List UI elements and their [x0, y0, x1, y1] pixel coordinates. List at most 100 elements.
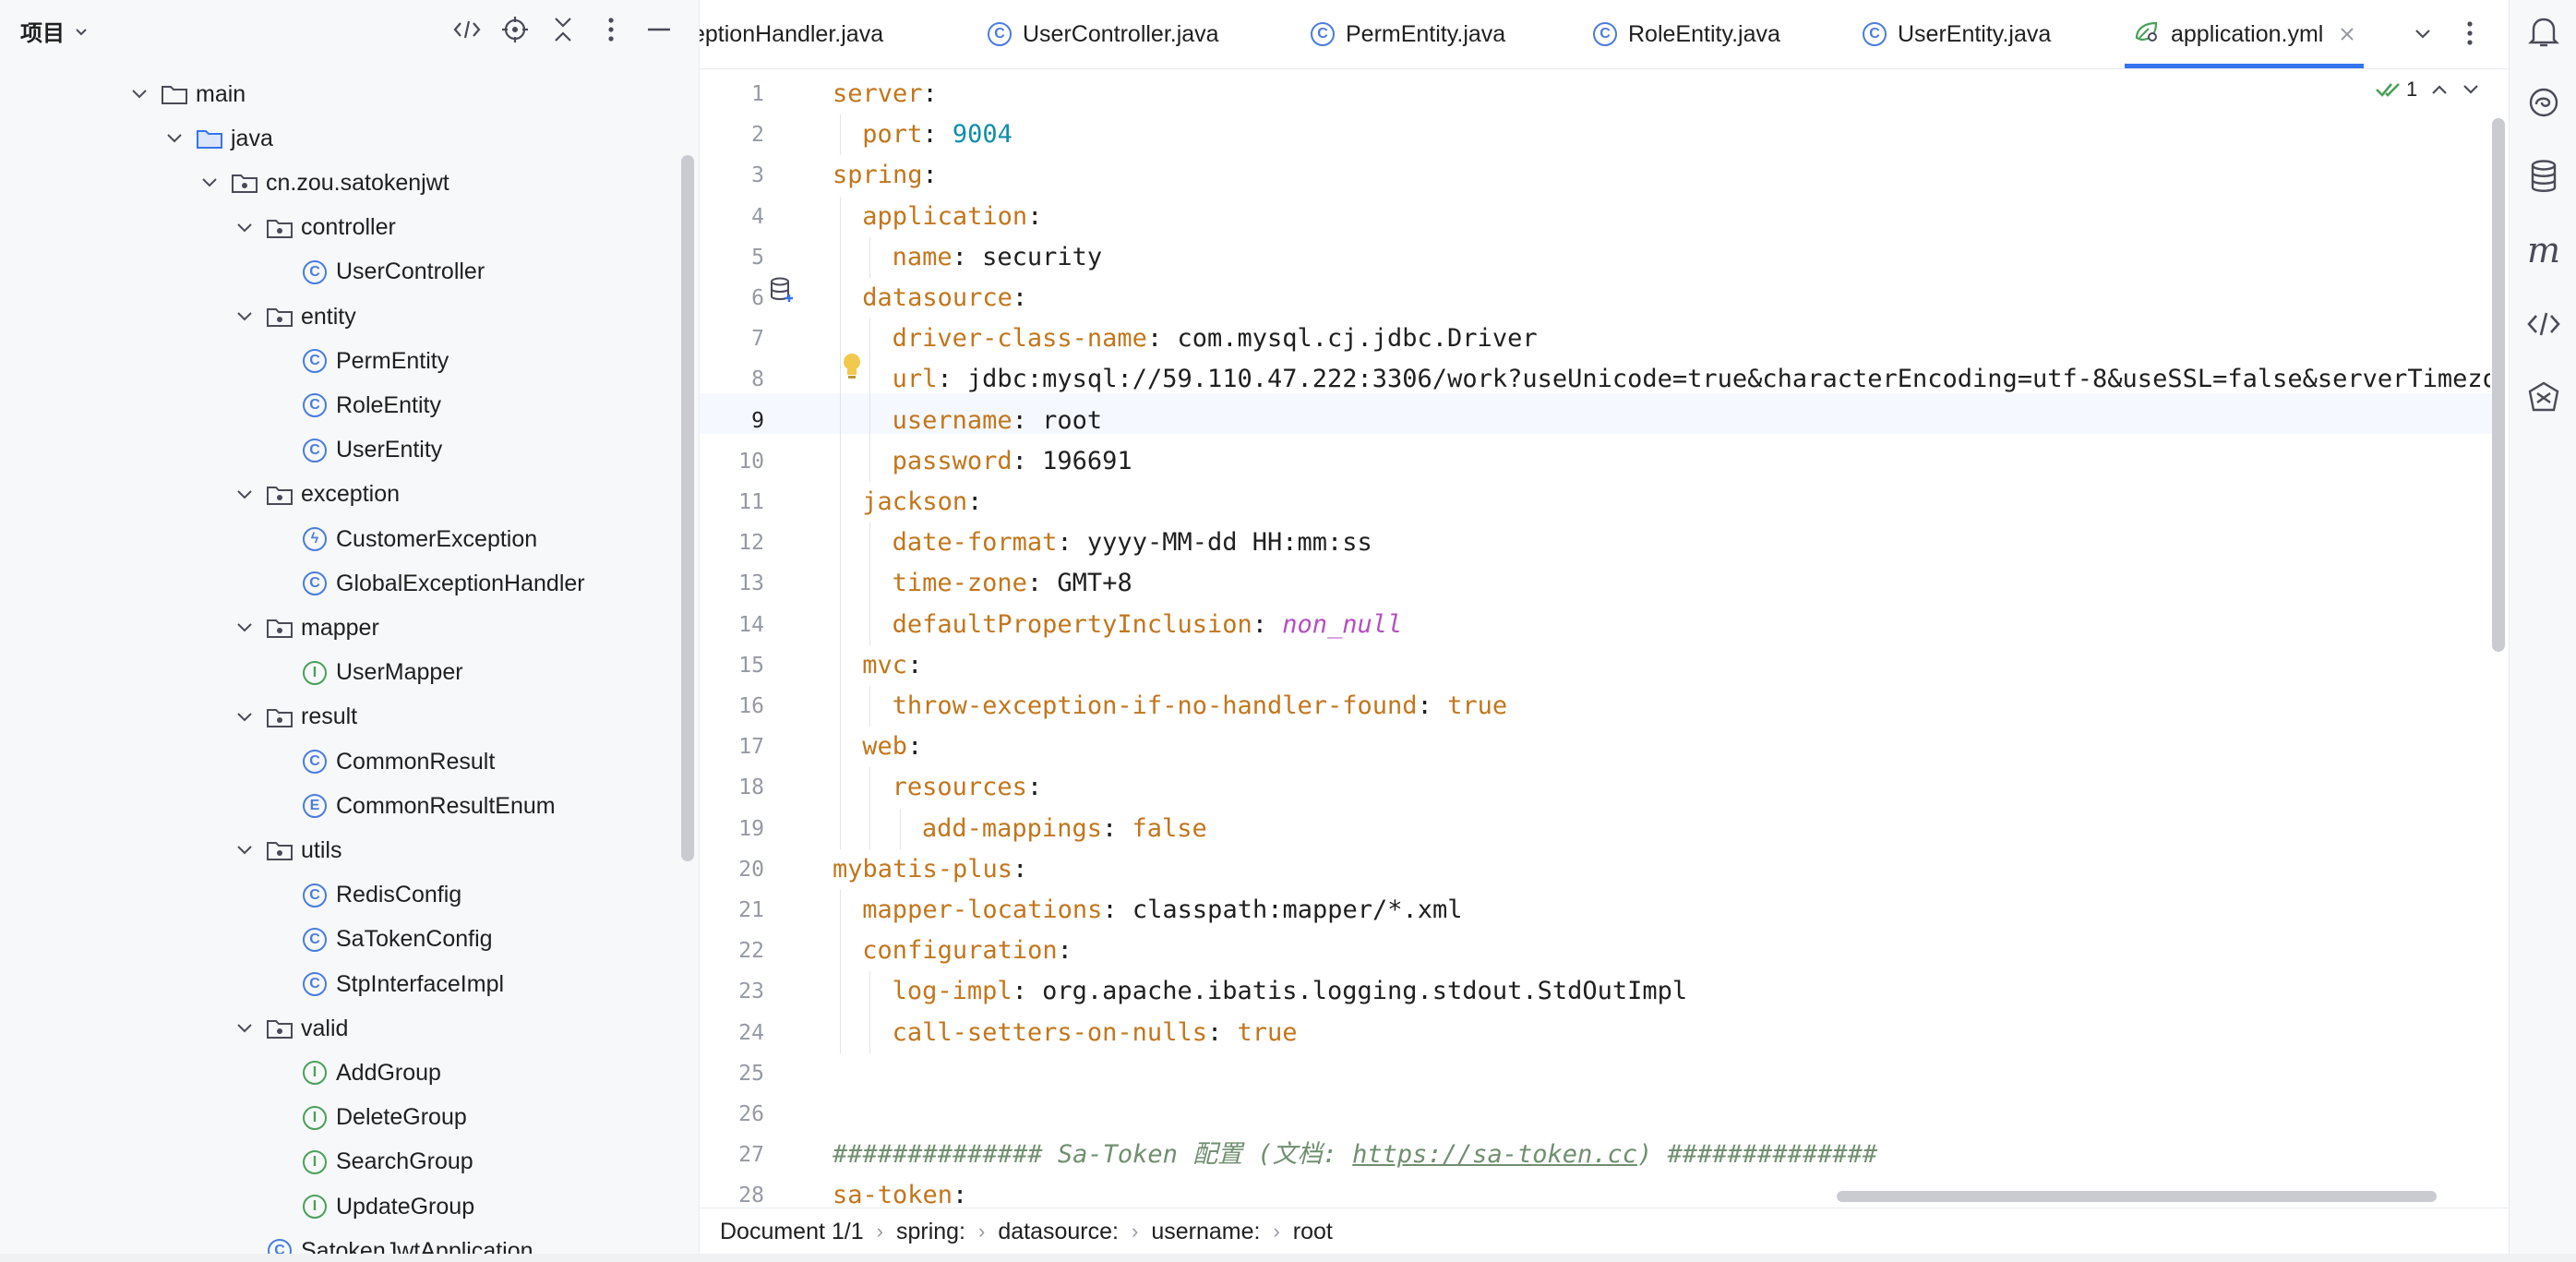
- tree-item-satokenjwtapplication[interactable]: C SatokenJwtApplication: [233, 1231, 533, 1256]
- collapse-all-icon[interactable]: [546, 13, 580, 46]
- chevron-down-icon[interactable]: [162, 133, 186, 144]
- endpoints-icon[interactable]: [2524, 305, 2563, 343]
- project-view-selector[interactable]: 项目: [20, 15, 89, 47]
- tree-item-exception[interactable]: exception: [233, 475, 400, 515]
- locate-file-icon[interactable]: [498, 13, 532, 46]
- tree-item-deletegroup[interactable]: I DeleteGroup: [268, 1098, 467, 1138]
- tab-usercontroller-java[interactable]: C UserController.java: [978, 0, 1228, 68]
- chevron-down-icon[interactable]: [233, 1023, 257, 1034]
- tree-item-controller[interactable]: controller: [233, 208, 396, 248]
- tree-item-roleentity[interactable]: C RoleEntity: [268, 385, 441, 426]
- chevron-down-icon[interactable]: [233, 622, 257, 633]
- yaml-separator: :: [1252, 609, 1283, 639]
- tree-item-main[interactable]: main: [127, 74, 246, 114]
- tab-eptionhandler-java[interactable]: eptionHandler.java: [700, 0, 893, 68]
- comment-link[interactable]: https://sa-token.cc: [1352, 1140, 1637, 1169]
- line-number: 26: [738, 1102, 764, 1126]
- breadcrumb-item[interactable]: username:: [1138, 1219, 1273, 1245]
- tree-item-customerexception[interactable]: ϟ CustomerException: [268, 519, 537, 559]
- code-line: password: 196691: [893, 441, 1132, 482]
- tree-item-mapper[interactable]: mapper: [233, 607, 379, 648]
- chevron-down-icon[interactable]: [198, 177, 222, 188]
- tab-permentity-java[interactable]: C PermEntity.java: [1301, 0, 1515, 68]
- tree-item-addgroup[interactable]: I AddGroup: [268, 1052, 441, 1093]
- code-view[interactable]: server: port: 9004 spring: application: name…: [829, 68, 2490, 1204]
- yaml-key: throw-exception-if-no-handler-found: [892, 691, 1418, 720]
- tree-item-result[interactable]: result: [233, 697, 357, 738]
- breadcrumb-item[interactable]: Document 1/1: [700, 1219, 877, 1245]
- maven-icon[interactable]: m: [2524, 231, 2563, 270]
- tree-item-satokenconfig[interactable]: C SaTokenConfig: [268, 919, 493, 960]
- tree-item-redisconfig[interactable]: C RedisConfig: [268, 875, 461, 916]
- previous-highlight-icon[interactable]: [2430, 83, 2449, 96]
- next-highlight-icon[interactable]: [2462, 83, 2480, 96]
- chevron-down-icon[interactable]: [127, 89, 151, 100]
- yaml-separator: :: [922, 79, 938, 108]
- enum-icon: E: [299, 790, 330, 822]
- plugin-icon[interactable]: [2524, 379, 2563, 417]
- breadcrumb-item[interactable]: root: [1280, 1219, 1346, 1245]
- yaml-key: datasource: [862, 283, 1012, 312]
- folder-icon: [159, 78, 190, 110]
- tree-item-globalexceptionhandler[interactable]: C GlobalExceptionHandler: [268, 563, 585, 604]
- tree-item-cn-zou-satokenjwt[interactable]: cn.zou.satokenjwt: [198, 162, 449, 203]
- code-with-me-icon[interactable]: [450, 13, 484, 46]
- code-line: datasource:: [862, 278, 1027, 319]
- code-line: mvc:: [862, 645, 922, 686]
- chevron-down-icon[interactable]: [233, 311, 257, 322]
- tab-list-chevron-icon[interactable]: [2407, 18, 2438, 50]
- tab-application-yml[interactable]: application.yml: [2125, 0, 2365, 68]
- tree-item-commonresultenum[interactable]: E CommonResultEnum: [268, 786, 556, 826]
- exception-class-icon: ϟ: [299, 523, 330, 555]
- tree-item-label: UserController: [336, 258, 485, 285]
- tree-item-label: UserEntity: [336, 437, 443, 463]
- tree-item-entity[interactable]: entity: [233, 296, 356, 337]
- interface-icon: I: [299, 1102, 330, 1134]
- yaml-separator: :: [1101, 813, 1132, 843]
- tree-item-label: PermEntity: [336, 347, 449, 374]
- tree-item-usermapper[interactable]: I UserMapper: [268, 653, 463, 693]
- notifications-icon[interactable]: [2524, 13, 2563, 52]
- comment-text: ) ##############: [1637, 1140, 1878, 1170]
- more-options-icon[interactable]: [594, 13, 628, 46]
- yaml-key: call-setters-on-nulls: [892, 1017, 1207, 1047]
- tree-item-userentity[interactable]: C UserEntity: [268, 430, 442, 471]
- code-line: add-mappings: false: [922, 809, 1207, 849]
- tab-userentity-java[interactable]: C UserEntity.java: [1853, 0, 2060, 68]
- chevron-down-icon[interactable]: [233, 712, 257, 723]
- tree-item-permentity[interactable]: C PermEntity: [268, 341, 449, 381]
- yaml-separator: :: [922, 161, 938, 190]
- chevron-down-icon[interactable]: [233, 845, 257, 856]
- tree-item-valid[interactable]: valid: [233, 1008, 348, 1049]
- tree-item-utils[interactable]: utils: [233, 830, 341, 871]
- yaml-key: username: [892, 405, 1012, 435]
- tree-item-updategroup[interactable]: I UpdateGroup: [268, 1186, 474, 1227]
- tab-label: eptionHandler.java: [700, 20, 884, 47]
- breadcrumb-separator-icon: ›: [876, 1220, 883, 1243]
- class-icon: C: [299, 435, 330, 466]
- tab-roleentity-java[interactable]: C RoleEntity.java: [1584, 0, 1790, 68]
- ai-assistant-icon[interactable]: [2524, 83, 2563, 122]
- tree-item-usercontroller[interactable]: C UserController: [268, 252, 485, 293]
- tree-item-searchgroup[interactable]: I SearchGroup: [268, 1142, 473, 1183]
- database-icon[interactable]: [2524, 157, 2563, 196]
- chevron-down-icon[interactable]: [233, 222, 257, 234]
- chevron-down-icon[interactable]: [233, 489, 257, 500]
- inspection-widget[interactable]: 1: [2375, 78, 2480, 102]
- tree-item-stpinterfaceimpl[interactable]: C StpInterfaceImpl: [268, 964, 504, 1004]
- close-tab-icon[interactable]: [2340, 27, 2354, 42]
- breadcrumb-item[interactable]: spring:: [883, 1219, 978, 1245]
- line-number: 9: [751, 408, 764, 433]
- tab-more-icon[interactable]: [2459, 17, 2481, 50]
- tree-item-commonresult[interactable]: C CommonResult: [268, 741, 495, 782]
- database-config-gutter-icon[interactable]: [770, 277, 796, 305]
- minimize-icon[interactable]: [642, 13, 676, 46]
- tree-item-java[interactable]: java: [162, 118, 273, 159]
- tree-item-label: SaTokenConfig: [336, 926, 493, 953]
- line-number: 1: [751, 82, 764, 106]
- tree-scrollbar[interactable]: [681, 155, 694, 861]
- vertical-scrollbar[interactable]: [2492, 118, 2505, 652]
- horizontal-scrollbar[interactable]: [1837, 1191, 2437, 1202]
- yaml-separator: :: [907, 650, 923, 679]
- breadcrumb-item[interactable]: datasource:: [985, 1219, 1132, 1245]
